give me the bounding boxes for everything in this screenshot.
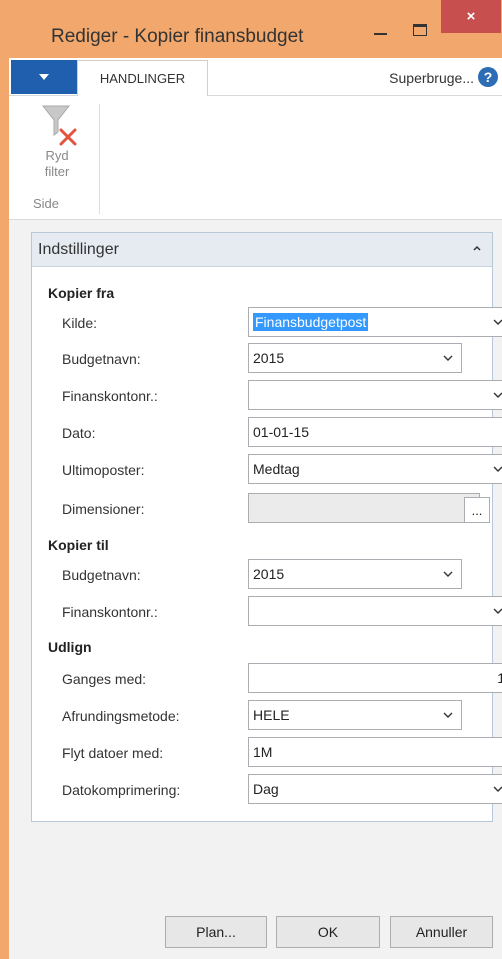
settings-panel: Indstillinger Kopier fra Kilde: Finansbu… (31, 232, 502, 822)
shift-dates-value: 1M (253, 744, 273, 760)
maximize-icon (413, 24, 427, 36)
chevron-down-icon (485, 455, 502, 483)
chevron-down-icon (435, 701, 461, 729)
to-budget-select[interactable]: 2015 (248, 559, 462, 589)
source-value: Finansbudgetpost (253, 313, 369, 331)
ribbon-separator (99, 104, 100, 214)
to-account-label: Finanskontonr.: (62, 604, 158, 620)
to-budget-value: 2015 (253, 566, 285, 582)
closing-entries-label: Ultimoposter: (62, 462, 145, 478)
from-budget-value: 2015 (253, 350, 285, 366)
to-account-select[interactable] (248, 596, 502, 626)
close-icon: × (466, 8, 476, 25)
tab-handlinger[interactable]: HANDLINGER (77, 60, 208, 97)
from-budget-select[interactable]: 2015 (248, 343, 462, 373)
rounding-method-select[interactable]: HELE (248, 700, 462, 730)
ribbon: Ryd filter Side (9, 96, 502, 220)
chevron-down-icon (485, 381, 502, 409)
window-title: Rediger - Kopier finansbudget (51, 26, 304, 47)
multiply-input[interactable]: 1 (248, 663, 502, 693)
user-menu[interactable]: Superbruge... (389, 70, 474, 86)
shift-dates-label: Flyt datoer med: (62, 745, 164, 761)
minimize-icon (373, 33, 387, 35)
dimensions-input (248, 493, 480, 523)
section-copy-from: Kopier fra (48, 285, 115, 301)
source-label: Kilde: (62, 315, 98, 331)
panel-title: Indstillinger (38, 241, 119, 258)
dialog-window: Rediger - Kopier finansbudget × HANDLING… (9, 0, 502, 959)
date-compression-value: Dag (253, 781, 279, 797)
dropdown-triangle-icon (39, 74, 49, 80)
ok-button[interactable]: OK (276, 916, 380, 948)
chevron-down-icon (435, 344, 461, 372)
application-menu-button[interactable] (11, 60, 77, 94)
date-input[interactable]: 01-01-15 (248, 417, 502, 447)
multiply-value: 1 (497, 670, 502, 686)
to-budget-label: Budgetnavn: (62, 567, 141, 583)
maximize-button[interactable] (403, 2, 437, 58)
section-adjust: Udlign (48, 639, 92, 655)
panel-header[interactable]: Indstillinger (32, 233, 492, 267)
rounding-method-value: HELE (253, 707, 290, 723)
dimensions-assist-button[interactable]: ... (464, 497, 490, 523)
title-bar[interactable]: Rediger - Kopier finansbudget × (9, 0, 502, 58)
source-select[interactable]: Finansbudgetpost (248, 307, 502, 337)
plan-button[interactable]: Plan... (165, 916, 267, 948)
chevron-down-icon (485, 308, 502, 336)
from-account-label: Finanskontonr.: (62, 388, 158, 404)
clear-filter-button[interactable]: Ryd filter (27, 102, 87, 180)
closing-entries-select[interactable]: Medtag (248, 454, 502, 484)
chevron-down-icon (485, 775, 502, 803)
chevron-down-icon (435, 560, 461, 588)
rounding-method-label: Afrundingsmetode: (62, 708, 180, 724)
clear-filter-label-line2: filter (44, 164, 70, 179)
closing-entries-value: Medtag (253, 461, 300, 477)
from-budget-label: Budgetnavn: (62, 351, 141, 367)
ribbon-tab-bar: HANDLINGER Superbruge... ? (9, 58, 502, 97)
chevron-down-icon (485, 597, 502, 625)
funnel-with-red-x-icon (41, 105, 77, 146)
from-account-select[interactable] (248, 380, 502, 410)
help-icon[interactable]: ? (478, 67, 498, 87)
date-value: 01-01-15 (253, 424, 310, 440)
collapse-chevron-icon[interactable] (472, 243, 482, 253)
multiply-label: Ganges med: (62, 671, 147, 687)
date-compression-label: Datokomprimering: (62, 782, 181, 798)
dimensions-label: Dimensioner: (62, 501, 145, 517)
cancel-button[interactable]: Annuller (390, 916, 493, 948)
section-copy-to: Kopier til (48, 537, 109, 553)
ribbon-group-label: Side (33, 196, 60, 211)
clear-filter-label-line1: Ryd (45, 148, 69, 163)
shift-dates-input[interactable]: 1M (248, 737, 502, 767)
minimize-button[interactable] (365, 2, 395, 58)
close-button[interactable]: × (441, 0, 501, 33)
date-label: Dato: (62, 425, 96, 441)
date-compression-select[interactable]: Dag (248, 774, 502, 804)
